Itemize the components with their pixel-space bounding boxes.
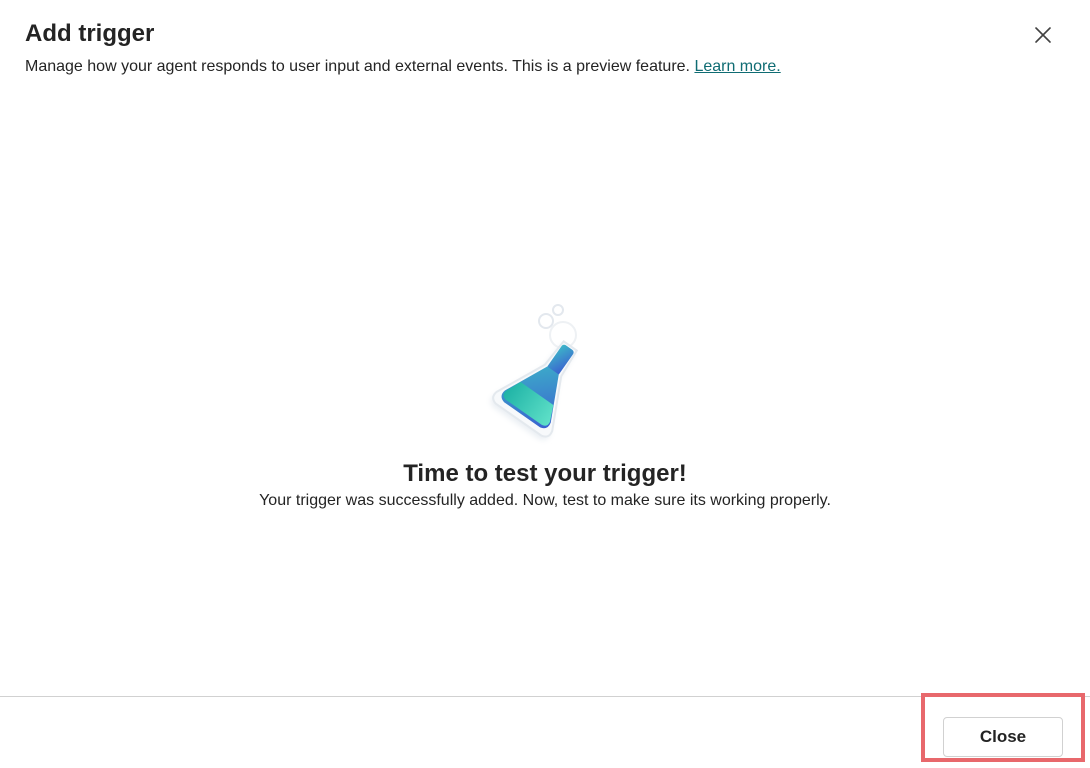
- close-button[interactable]: Close: [943, 717, 1063, 757]
- dialog-title: Add trigger: [25, 20, 155, 47]
- close-dialog-button[interactable]: [1029, 21, 1057, 49]
- learn-more-link[interactable]: Learn more.: [694, 58, 780, 75]
- empty-state-description: Your trigger was successfully added. Now…: [259, 492, 831, 509]
- close-icon: [1035, 27, 1051, 43]
- dialog-subtitle: Manage how your agent responds to user i…: [25, 56, 1065, 78]
- dialog-subtitle-text: Manage how your agent responds to user i…: [25, 58, 690, 75]
- empty-state-title: Time to test your trigger!: [403, 460, 687, 487]
- flask-icon: [475, 292, 615, 452]
- dialog-header: Add trigger Manage how your agent respon…: [25, 18, 1065, 78]
- empty-state: Time to test your trigger! Your trigger …: [0, 292, 1090, 512]
- add-trigger-dialog: Add trigger Manage how your agent respon…: [0, 0, 1090, 768]
